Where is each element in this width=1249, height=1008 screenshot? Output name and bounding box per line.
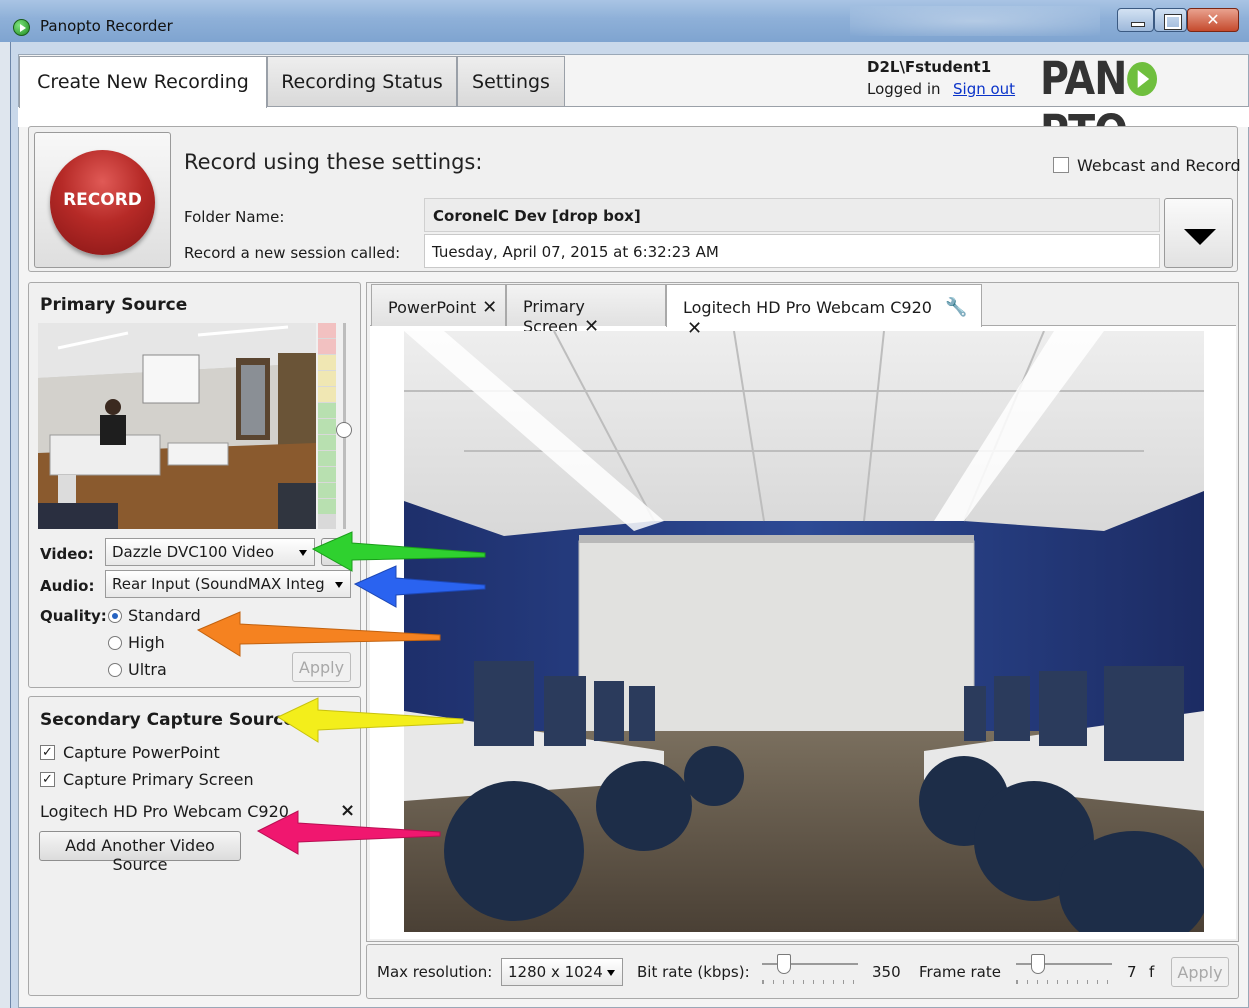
extra-video-source-name: Logitech HD Pro Webcam C920	[40, 802, 289, 821]
framerate-slider-ticks	[1016, 980, 1112, 984]
webcam-preview	[404, 331, 1204, 932]
close-window-button[interactable]: ✕	[1187, 8, 1239, 32]
primary-video-preview	[38, 323, 316, 529]
tab-recording-status[interactable]: Recording Status	[267, 56, 457, 106]
video-label: Video:	[40, 545, 94, 563]
audio-level-meter	[318, 323, 336, 529]
close-icon[interactable]: ✕	[482, 297, 497, 318]
audio-source-select[interactable]: Rear Input (SoundMAX Integ	[105, 570, 351, 598]
quality-standard-label[interactable]: Standard	[128, 606, 201, 625]
encoding-apply-button[interactable]: Apply	[1171, 957, 1229, 987]
minimize-button[interactable]	[1117, 8, 1154, 32]
session-name-field[interactable]: Tuesday, April 07, 2015 at 6:32:23 AM	[424, 234, 1160, 268]
webcast-and-record-label[interactable]: Webcast and Record	[1077, 156, 1241, 175]
chevron-down-icon	[335, 582, 343, 588]
sign-out-link[interactable]: Sign out	[953, 80, 1015, 98]
tab-source-webcam-label: Logitech HD Pro Webcam C920	[683, 298, 932, 317]
chevron-down-icon	[607, 970, 615, 976]
capture-primary-screen-label[interactable]: Capture Primary Screen	[63, 770, 254, 789]
max-resolution-select[interactable]: 1280 x 1024	[501, 958, 623, 986]
bitrate-value: 350	[872, 963, 901, 981]
session-name-label: Record a new session called:	[184, 244, 401, 262]
window-title: Panopto Recorder	[40, 17, 173, 35]
video-settings-button[interactable]	[321, 538, 351, 566]
tab-source-webcam[interactable]: Logitech HD Pro Webcam C920 🔧 ✕	[666, 284, 982, 339]
quality-label: Quality:	[40, 607, 107, 625]
bitrate-slider-thumb[interactable]	[777, 954, 791, 974]
quality-standard-radio[interactable]	[108, 609, 122, 623]
tab-source-powerpoint-label: PowerPoint	[388, 298, 477, 317]
login-status: Logged in	[867, 80, 941, 98]
capture-powerpoint-label[interactable]: Capture PowerPoint	[63, 743, 220, 762]
primary-source-title: Primary Source	[40, 295, 188, 315]
quality-high-label[interactable]: High	[128, 633, 165, 652]
folder-name-field[interactable]: CoronelC Dev [drop box]	[424, 198, 1160, 232]
framerate-unit: f	[1149, 963, 1155, 981]
capture-primary-screen-checkbox[interactable]: ✓	[40, 772, 55, 787]
chevron-down-icon	[299, 550, 307, 556]
tab-settings[interactable]: Settings	[457, 56, 565, 106]
logo-text-left: PAN	[1040, 52, 1127, 105]
play-icon	[1127, 62, 1158, 96]
video-source-select[interactable]: Dazzle DVC100 Video	[105, 538, 315, 566]
add-video-source-button[interactable]: Add Another Video Source	[39, 831, 241, 874]
tab-create-new-recording[interactable]: Create New Recording	[19, 56, 267, 108]
tab-source-powerpoint[interactable]: PowerPoint ✕	[371, 284, 506, 326]
remove-source-icon[interactable]: ×	[340, 800, 355, 821]
maximize-button[interactable]	[1154, 8, 1187, 32]
classroom-webcam-image	[404, 331, 1204, 932]
max-resolution-label: Max resolution:	[377, 963, 493, 981]
folder-dropdown-button[interactable]	[1164, 198, 1233, 268]
quality-high-radio[interactable]	[108, 636, 122, 650]
tab-source-primary-screen[interactable]: Primary Screen ✕	[506, 284, 666, 337]
video-source-value: Dazzle DVC100 Video	[112, 543, 275, 561]
encoding-settings-bar	[366, 944, 1239, 999]
audio-gain-slider-thumb[interactable]	[336, 422, 352, 438]
secondary-sources-title: Secondary Capture Sources	[40, 710, 305, 730]
panopto-app-icon	[13, 19, 30, 36]
framerate-value: 7	[1127, 963, 1137, 981]
framerate-label: Frame rate	[919, 963, 1001, 981]
framerate-slider-thumb[interactable]	[1031, 954, 1045, 974]
record-button-label[interactable]: RECORD	[50, 190, 155, 210]
audio-source-value: Rear Input (SoundMAX Integ	[112, 575, 325, 593]
classroom-preview-image	[38, 323, 316, 529]
quality-ultra-label[interactable]: Ultra	[128, 660, 167, 679]
titlebar-glow	[850, 6, 1100, 36]
quality-ultra-radio[interactable]	[108, 663, 122, 677]
wrench-icon[interactable]: 🔧	[945, 297, 967, 318]
folder-name-label: Folder Name:	[184, 208, 285, 226]
bitrate-label: Bit rate (kbps):	[637, 963, 750, 981]
close-icon: ✕	[1206, 10, 1220, 29]
audio-label: Audio:	[40, 577, 95, 595]
close-icon[interactable]: ✕	[687, 318, 702, 339]
capture-powerpoint-checkbox[interactable]: ✓	[40, 745, 55, 760]
max-resolution-value: 1280 x 1024	[508, 963, 603, 981]
quality-apply-button[interactable]: Apply	[292, 652, 351, 682]
window-titlebar	[0, 0, 1249, 42]
webcast-and-record-checkbox[interactable]	[1053, 157, 1069, 173]
bitrate-slider-ticks	[762, 980, 858, 984]
user-name: D2L\Fstudent1	[867, 58, 992, 76]
record-settings-heading: Record using these settings:	[184, 150, 483, 174]
